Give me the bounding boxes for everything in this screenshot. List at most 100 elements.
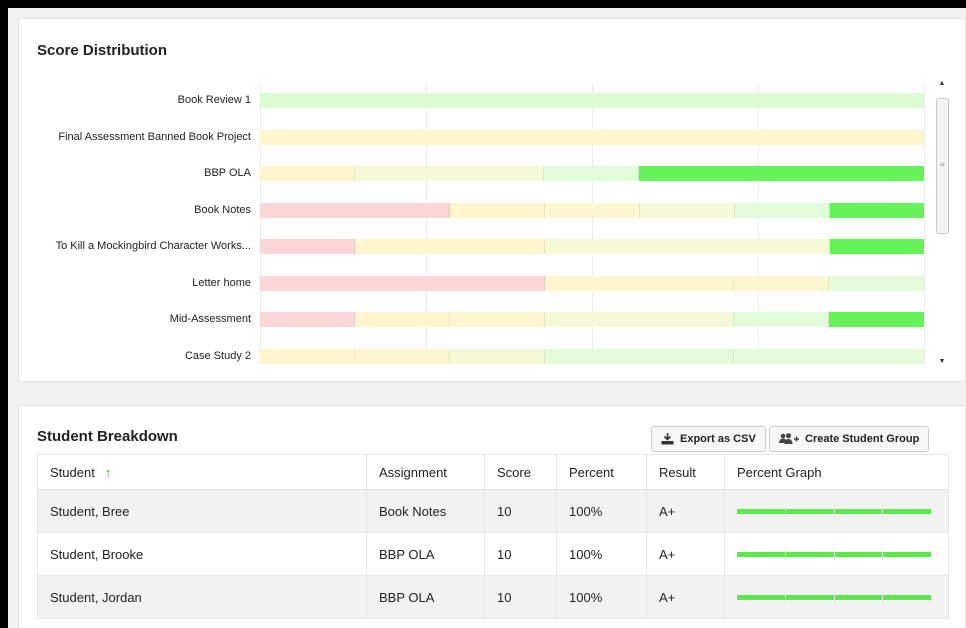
distribution-bar[interactable] — [260, 166, 924, 181]
distribution-segment[interactable] — [354, 348, 450, 364]
distribution-segment[interactable] — [829, 239, 924, 254]
col-score-header[interactable]: Score — [485, 455, 557, 489]
distribution-segment[interactable] — [449, 202, 545, 218]
distribution-segment[interactable] — [639, 202, 735, 218]
distribution-segment[interactable] — [544, 239, 830, 254]
distribution-segment[interactable] — [734, 312, 829, 327]
distribution-bar[interactable] — [260, 202, 924, 218]
distribution-segment[interactable] — [260, 239, 355, 254]
grip-icon: ≡ — [940, 160, 945, 169]
distribution-segment[interactable] — [829, 275, 924, 291]
score-distribution-title: Score Distribution — [37, 42, 168, 59]
student-breakdown-title: Student Breakdown — [37, 428, 178, 445]
percent-value: 100% — [557, 490, 647, 532]
percent-value: 100% — [557, 576, 647, 618]
scroll-thumb[interactable]: ≡ — [936, 98, 949, 234]
app-frame: Score Distribution Book Review 1 Final As… — [8, 8, 966, 628]
assignment-name: BBP OLA — [367, 533, 485, 575]
col-assignment-header[interactable]: Assignment — [367, 455, 485, 489]
graph-tick — [834, 591, 835, 603]
assignment-label: To Kill a Mockingbird Character Works... — [55, 240, 251, 252]
table-row[interactable]: Student, Brooke BBP OLA 10 100% A+ — [37, 533, 949, 576]
student-name: Student, Brooke — [37, 533, 367, 575]
assignment-label: Book Review 1 — [177, 94, 251, 106]
assignment-name: BBP OLA — [367, 576, 485, 618]
distribution-segment[interactable] — [260, 202, 450, 218]
result-grade: A+ — [647, 533, 725, 575]
distribution-bar[interactable] — [260, 348, 924, 364]
distribution-segment[interactable] — [544, 275, 735, 291]
graph-tick — [785, 505, 786, 517]
table-header-row: Student ↑ Assignment Score Percent Resul… — [37, 454, 949, 490]
export-csv-button[interactable]: Export as CSV — [651, 426, 766, 452]
distribution-segment[interactable] — [829, 202, 924, 218]
distribution-segment[interactable] — [354, 312, 450, 327]
percent-graph-cell — [725, 490, 949, 532]
distribution-segment[interactable] — [260, 348, 355, 364]
distribution-segment[interactable] — [260, 93, 924, 108]
score-distribution-panel: Score Distribution Book Review 1 Final As… — [18, 18, 966, 382]
distribution-bar[interactable] — [260, 239, 924, 254]
table-row[interactable]: Student, Bree Book Notes 10 100% A+ — [37, 490, 949, 533]
assignment-label: Book Notes — [194, 203, 251, 216]
col-percent-header[interactable]: Percent — [557, 455, 647, 489]
distribution-bar[interactable] — [260, 129, 924, 145]
assignment-name: Book Notes — [367, 490, 485, 532]
assignment-label: BBP OLA — [204, 167, 251, 179]
distribution-segment[interactable] — [260, 129, 924, 145]
score-value: 10 — [485, 576, 557, 618]
graph-tick — [882, 548, 883, 560]
export-csv-label: Export as CSV — [680, 433, 756, 445]
create-student-group-button[interactable]: Create Student Group — [769, 426, 930, 452]
result-grade: A+ — [647, 490, 725, 532]
distribution-bar[interactable] — [260, 275, 924, 291]
distribution-segment[interactable] — [544, 202, 640, 218]
percent-graph-cell — [725, 533, 949, 575]
graph-tick — [785, 548, 786, 560]
distribution-segment[interactable] — [639, 166, 924, 181]
score-value: 10 — [485, 533, 557, 575]
add-group-icon — [779, 433, 799, 445]
assignment-label: Letter home — [192, 276, 251, 289]
distribution-segment[interactable] — [544, 348, 735, 364]
result-grade: A+ — [647, 576, 725, 618]
distribution-segment[interactable] — [449, 348, 545, 364]
scroll-up-icon[interactable]: ▲ — [934, 80, 950, 87]
distribution-bar[interactable] — [260, 93, 924, 108]
student-name: Student, Bree — [37, 490, 367, 532]
distribution-segment[interactable] — [734, 348, 924, 364]
percent-bar — [737, 591, 931, 603]
distribution-segment[interactable] — [828, 312, 924, 327]
student-breakdown-table: Student ↑ Assignment Score Percent Resul… — [37, 454, 949, 619]
distribution-segment[interactable] — [449, 312, 545, 327]
graph-tick — [834, 548, 835, 560]
graph-tick — [785, 591, 786, 603]
col-percent-graph-header[interactable]: Percent Graph — [725, 455, 949, 489]
score-value: 10 — [485, 490, 557, 532]
col-student-header[interactable]: Student ↑ — [37, 455, 367, 489]
percent-graph-cell — [725, 576, 949, 618]
col-result-header[interactable]: Result — [647, 455, 725, 489]
distribution-segment[interactable] — [354, 166, 545, 181]
scroll-down-icon[interactable]: ▼ — [934, 358, 950, 365]
distribution-segment[interactable] — [544, 166, 640, 181]
percent-bar — [737, 548, 931, 560]
student-breakdown-panel: Student Breakdown Export as CSV Create S… — [18, 405, 966, 628]
percent-value: 100% — [557, 533, 647, 575]
create-student-group-label: Create Student Group — [805, 433, 920, 445]
download-icon — [661, 433, 674, 445]
distribution-segment[interactable] — [544, 312, 735, 327]
table-row[interactable]: Student, Jordan BBP OLA 10 100% A+ — [37, 576, 949, 619]
grid-line — [924, 84, 925, 364]
distribution-segment[interactable] — [734, 202, 830, 218]
assignment-label: Final Assessment Banned Book Project — [58, 130, 251, 143]
distribution-segment[interactable] — [260, 312, 355, 327]
distribution-bar[interactable] — [260, 312, 924, 327]
distribution-segment[interactable] — [260, 275, 545, 291]
distribution-segment[interactable] — [734, 275, 830, 291]
col-student-label: Student — [50, 464, 95, 480]
distribution-segment[interactable] — [354, 239, 545, 254]
distribution-segment[interactable] — [260, 166, 355, 181]
chart-scrollbar[interactable]: ▲ ≡ ▼ — [934, 74, 950, 374]
sort-ascending-icon[interactable]: ↑ — [105, 465, 112, 480]
